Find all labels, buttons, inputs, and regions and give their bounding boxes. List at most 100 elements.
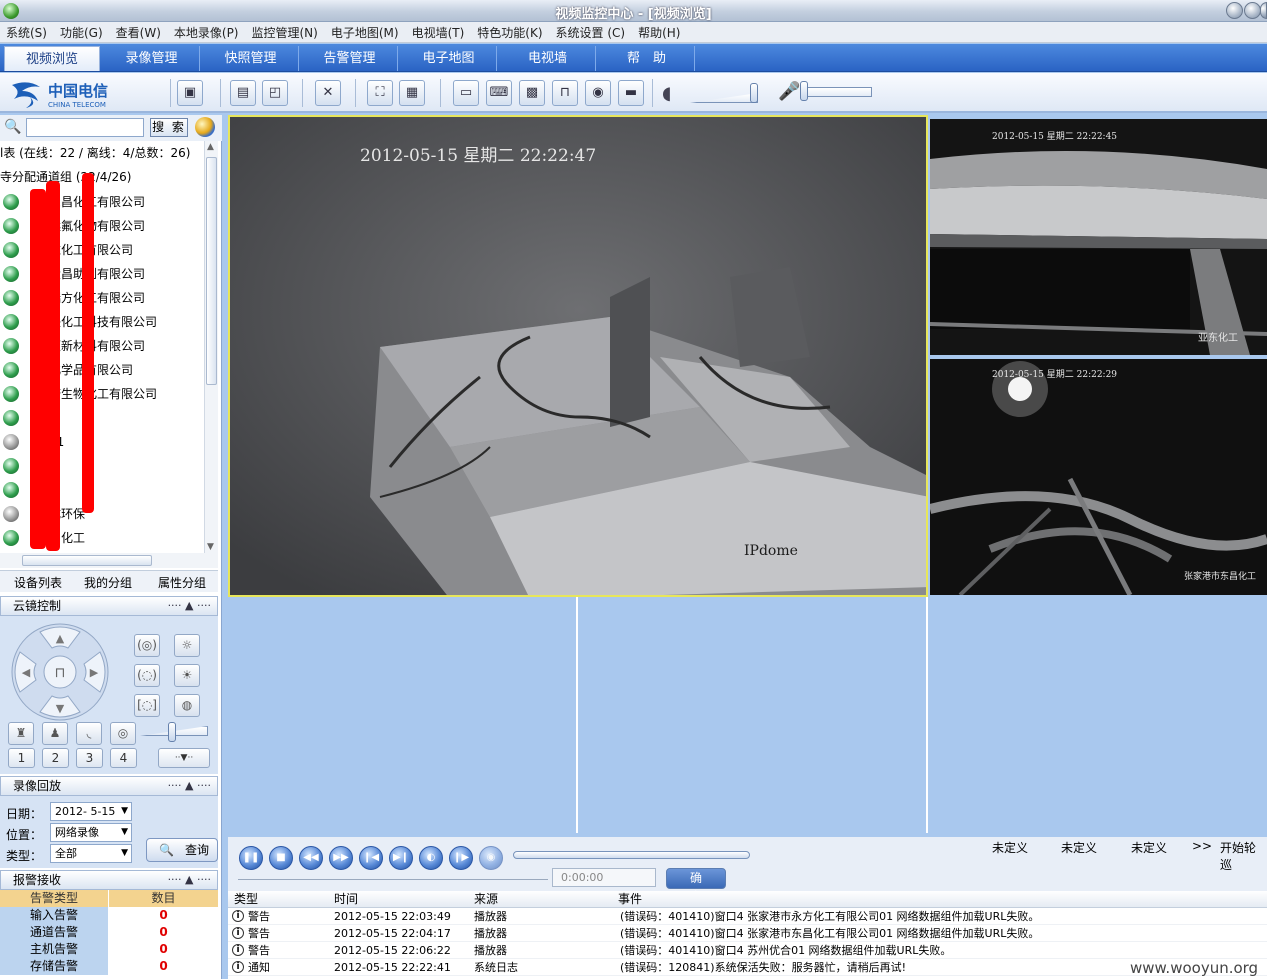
pause-icon[interactable]: ❚❚ [239, 846, 263, 870]
brightness-down-icon[interactable]: ◍ [174, 694, 200, 717]
snapshot-icon[interactable]: ▤ [230, 80, 256, 106]
more-button[interactable]: >> [1192, 839, 1212, 853]
tab-alarm-manage[interactable]: 告警管理 [302, 46, 398, 71]
step-forward-icon[interactable]: ▶❙ [389, 846, 413, 870]
zoom-icon[interactable]: (◎) [134, 634, 160, 657]
menu-system[interactable]: 系统(S) [0, 22, 54, 41]
rewind-icon[interactable]: ◀◀ [299, 846, 323, 870]
volume-slider[interactable] [690, 93, 758, 103]
playback-progress[interactable] [513, 851, 750, 859]
focus-icon[interactable]: (◌) [134, 664, 160, 687]
brush-icon[interactable]: ♜ [8, 722, 34, 745]
undefined-slot-1[interactable]: 未定义 [992, 839, 1028, 856]
log-col-type[interactable]: 类型 [234, 891, 258, 907]
microphone-icon[interactable]: 🎤 [778, 81, 800, 102]
close-video-icon[interactable]: ✕ [315, 80, 341, 106]
menu-function[interactable]: 功能(G) [54, 22, 110, 41]
globe-icon[interactable] [195, 117, 215, 137]
mic-slider[interactable] [804, 87, 872, 97]
preset-4-button[interactable]: 4 [110, 748, 137, 768]
alarm-header[interactable]: 报警接收 ···· ▲ ···· [0, 870, 218, 890]
log-row[interactable]: i 警告 2012-05-15 22:03:49 播放器 (错误码：401410)窗口4… [228, 908, 1267, 925]
date-picker[interactable]: 2012- 5-15 ▼ [50, 802, 132, 821]
menu-view[interactable]: 查看(W) [110, 22, 168, 41]
undefined-slot-2[interactable]: 未定义 [1061, 839, 1097, 856]
device-icon[interactable]: ▬ [618, 80, 644, 106]
location-select[interactable]: 网络录像 ▼ [50, 823, 132, 842]
tab-record-manage[interactable]: 录像管理 [104, 46, 200, 71]
video-window-2[interactable]: 2012-05-15 星期二 22:22:45 亚东化工 [930, 119, 1267, 355]
menu-settings[interactable]: 系统设置 (C) [550, 22, 633, 41]
fullscreen-icon[interactable]: ⛶ [367, 80, 393, 106]
tab-tvwall[interactable]: 电视墙 [500, 46, 596, 71]
search-input[interactable] [26, 118, 144, 137]
rotate-icon[interactable]: ◟ [76, 722, 102, 745]
volume-knob[interactable] [750, 83, 758, 103]
device-list-scrollbar[interactable]: ▲ ▼ [204, 141, 218, 553]
step-back-icon[interactable]: ❙◀ [359, 846, 383, 870]
video-window-5[interactable] [580, 597, 928, 833]
frame-icon[interactable]: ❙▶ [449, 846, 473, 870]
tab-property-group[interactable]: 属性分组 [158, 574, 206, 591]
preset-3-button[interactable]: 3 [76, 748, 103, 768]
video-window-3[interactable]: 2012-05-15 星期二 22:22:29 张家港市东昌化工 [930, 359, 1267, 595]
close-button[interactable] [1260, 2, 1267, 19]
log-row[interactable]: i 通知 2012-05-15 22:22:41 系统日志 (错误码：120841)系统… [228, 959, 1267, 976]
device-list-hscrollbar[interactable] [0, 553, 218, 568]
start-cycle-button[interactable]: 开始轮巡 [1220, 839, 1267, 873]
menu-tvwall[interactable]: 电视墙(T) [406, 22, 472, 41]
folder-icon[interactable]: ▭ [453, 80, 479, 106]
record-icon[interactable]: ◰ [262, 80, 288, 106]
tab-help[interactable]: 帮 助 [599, 46, 695, 71]
disc-icon[interactable]: ◉ [585, 80, 611, 106]
monitor-icon[interactable]: ▣ [177, 80, 203, 106]
search-button[interactable]: 搜 索 [150, 118, 188, 137]
light-icon[interactable]: ♟ [42, 722, 68, 745]
ptz-speed-knob[interactable] [168, 722, 176, 742]
video-window-main[interactable]: 2012-05-15 星期二 22:22:47 IPdome [228, 115, 928, 597]
menu-help[interactable]: 帮助(H) [632, 22, 687, 41]
fast-forward-icon[interactable]: ▶▶ [329, 846, 353, 870]
time-input[interactable]: 0:00:00 [552, 868, 656, 887]
keyboard-icon[interactable]: ⌨ [486, 80, 512, 106]
lock-icon[interactable]: ⊓ [552, 80, 578, 106]
menu-local-record[interactable]: 本地录像(P) [168, 22, 246, 41]
log-col-time[interactable]: 时间 [334, 891, 358, 907]
device-group[interactable]: 寺分配通道组 (22/4/26) [0, 165, 204, 189]
stop-icon[interactable]: ■ [269, 846, 293, 870]
type-select[interactable]: 全部 ▼ [50, 844, 132, 863]
menu-emap[interactable]: 电子地图(M) [325, 22, 406, 41]
ptz-direction-pad[interactable]: ⊓ ▲ ▼ ◀ ▶ [6, 622, 116, 722]
video-window-6[interactable] [930, 597, 1267, 833]
tab-my-group[interactable]: 我的分组 [84, 574, 132, 591]
slow-icon[interactable]: ◐ [419, 846, 443, 870]
log-col-event[interactable]: 事件 [618, 891, 642, 907]
menu-features[interactable]: 特色功能(K) [471, 22, 549, 41]
mic-knob[interactable] [800, 81, 808, 101]
ptz-header[interactable]: 云镜控制 ···· ▲ ···· [0, 596, 218, 616]
log-row[interactable]: i 警告 2012-05-15 22:04:17 播放器 (错误码：401410)窗口4… [228, 925, 1267, 942]
capture-icon[interactable]: ◉ [479, 846, 503, 870]
video-window-4[interactable] [230, 597, 578, 833]
tab-snapshot-manage[interactable]: 快照管理 [203, 46, 299, 71]
config-icon[interactable]: ▩ [519, 80, 545, 106]
preset-2-button[interactable]: 2 [42, 748, 69, 768]
speaker-icon[interactable]: ◖ [662, 83, 671, 104]
iris-icon[interactable]: [◌] [134, 694, 160, 717]
minimize-button[interactable] [1226, 2, 1243, 19]
confirm-button[interactable]: 确 定 [666, 868, 726, 904]
maximize-button[interactable] [1244, 2, 1261, 19]
tab-video-browse[interactable]: 视频浏览 [4, 46, 100, 71]
preset-more-button[interactable]: ··▼·· [158, 748, 210, 768]
log-col-source[interactable]: 来源 [474, 891, 498, 907]
query-button[interactable]: 🔍 查询 [146, 838, 218, 862]
brightness-up-icon[interactable]: ☼ [174, 634, 200, 657]
record-header[interactable]: 录像回放 ···· ▲ ···· [0, 776, 218, 796]
log-row[interactable]: i 警告 2012-05-15 22:06:22 播放器 (错误码：401410)窗口4… [228, 942, 1267, 959]
preset-1-button[interactable]: 1 [8, 748, 35, 768]
layout-icon[interactable]: ▦ [399, 80, 425, 106]
undefined-slot-3[interactable]: 未定义 [1131, 839, 1167, 856]
menu-monitor-manage[interactable]: 监控管理(N) [246, 22, 325, 41]
tab-device-list[interactable]: 设备列表 [14, 574, 62, 591]
tab-emap[interactable]: 电子地图 [401, 46, 497, 71]
